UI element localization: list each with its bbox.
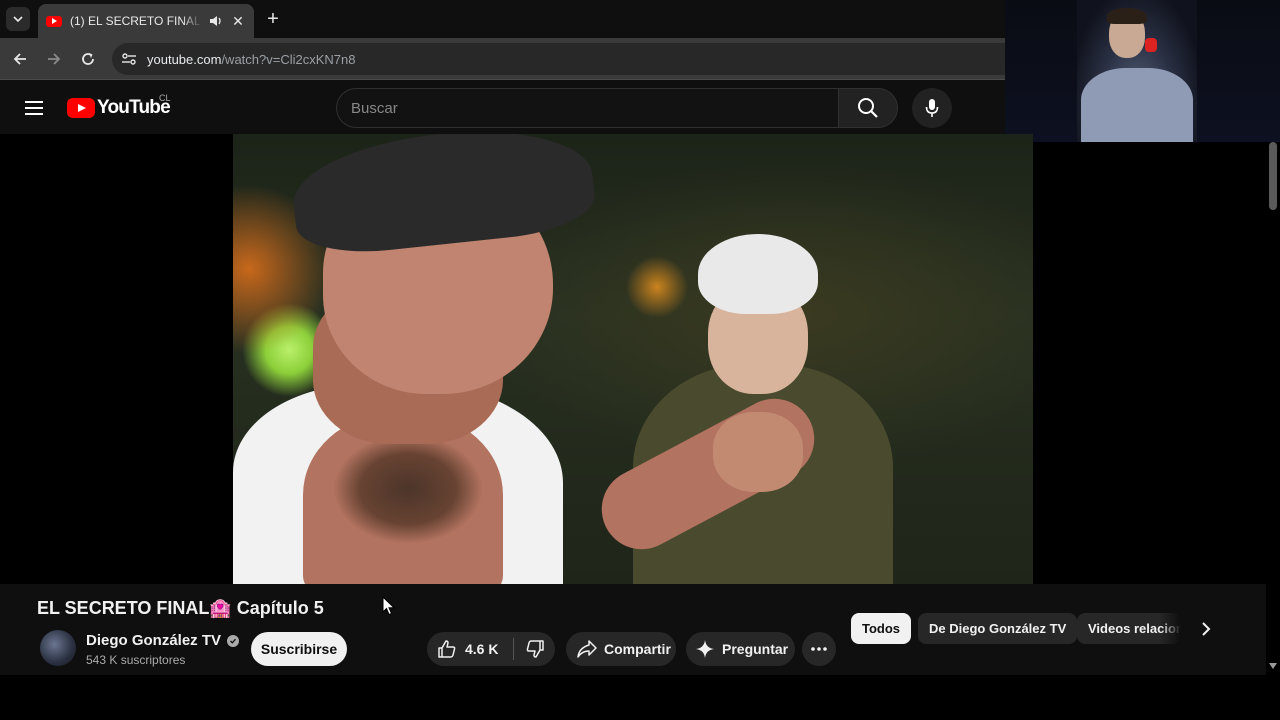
ask-button[interactable]: Preguntar (686, 632, 795, 666)
like-dislike-group: 4.6 K (427, 632, 555, 666)
voice-search-button[interactable] (912, 88, 952, 128)
youtube-logo[interactable]: YouTube CL (67, 93, 171, 120)
youtube-play-icon (67, 98, 95, 118)
subscriber-count: 543 K suscriptores (86, 653, 186, 667)
arrow-left-icon (13, 53, 26, 65)
microphone-icon (925, 99, 939, 117)
speaker-icon[interactable] (208, 13, 224, 29)
url-text: youtube.com/watch?v=Cli2cxKN7n8 (147, 52, 355, 67)
webcam-overlay (1005, 0, 1280, 142)
ask-label: Preguntar (722, 641, 789, 657)
sparkle-icon (696, 640, 714, 658)
browser-tab-active[interactable]: (1) EL SECRETO FINAL🏩 Capítulo 5 - YouTu… (38, 4, 254, 38)
tab-search-button[interactable] (6, 7, 30, 31)
verified-check-icon (227, 634, 240, 647)
chip-todos[interactable]: Todos (851, 613, 912, 644)
search-button[interactable] (838, 88, 898, 128)
browser-toolbar: youtube.com/watch?v=Cli2cxKN7n8 (0, 38, 1005, 80)
chip-related-videos[interactable]: Videos relacionados (1077, 613, 1181, 644)
chips-next-button[interactable] (1194, 617, 1218, 641)
address-bar[interactable]: youtube.com/watch?v=Cli2cxKN7n8 (112, 43, 1005, 75)
guide-menu-button[interactable] (22, 96, 46, 120)
thumbs-up-icon (438, 640, 456, 658)
close-tab-icon[interactable]: ✕ (230, 13, 246, 29)
channel-name-link[interactable]: Diego González TV (86, 632, 240, 649)
back-button[interactable] (8, 47, 32, 71)
url-host: youtube.com (147, 51, 222, 67)
country-code: CL (159, 93, 171, 103)
scroll-down-arrow-icon[interactable] (1267, 661, 1279, 671)
channel-avatar[interactable] (40, 630, 76, 666)
reload-icon (82, 53, 94, 65)
mouse-cursor-icon (382, 596, 396, 616)
more-horizontal-icon (811, 647, 827, 651)
hamburger-icon (25, 101, 43, 115)
video-title: EL SECRETO FINAL🏩 Capítulo 5 (37, 598, 324, 618)
dislike-button[interactable] (514, 632, 555, 666)
like-count: 4.6 K (465, 641, 499, 657)
new-tab-button[interactable]: + (262, 8, 284, 30)
youtube-favicon-icon (46, 15, 62, 27)
chevron-down-icon (13, 16, 23, 23)
chevron-right-icon (1202, 622, 1211, 636)
arrow-right-icon (48, 53, 61, 65)
search-input[interactable] (351, 99, 839, 117)
share-label: Compartir (604, 641, 671, 657)
tab-title: (1) EL SECRETO FINAL🏩 Capítulo 5 - YouTu… (70, 14, 202, 28)
video-player[interactable] (233, 134, 1033, 584)
search-icon (858, 98, 878, 118)
search-box (336, 88, 839, 128)
scrollbar-thumb[interactable] (1269, 142, 1277, 210)
thumbs-down-icon (526, 640, 544, 658)
streamer-camera-image (1077, 0, 1197, 142)
share-icon (577, 640, 597, 658)
site-settings-icon[interactable] (120, 50, 138, 68)
page-scrollbar[interactable] (1266, 142, 1280, 675)
forward-button[interactable] (42, 47, 66, 71)
chip-from-channel[interactable]: De Diego González TV (918, 613, 1078, 644)
channel-name: Diego González TV (86, 632, 222, 649)
youtube-header: YouTube CL (0, 80, 1005, 134)
share-button[interactable]: Compartir (566, 632, 676, 666)
like-button[interactable]: 4.6 K (427, 632, 513, 666)
subscribe-button[interactable]: Suscribirse (251, 632, 347, 666)
browser-tabstrip: (1) EL SECRETO FINAL🏩 Capítulo 5 - YouTu… (0, 0, 1005, 38)
reload-button[interactable] (76, 47, 100, 71)
url-path: /watch?v=Cli2cxKN7n8 (221, 51, 356, 67)
more-actions-button[interactable] (802, 632, 836, 666)
